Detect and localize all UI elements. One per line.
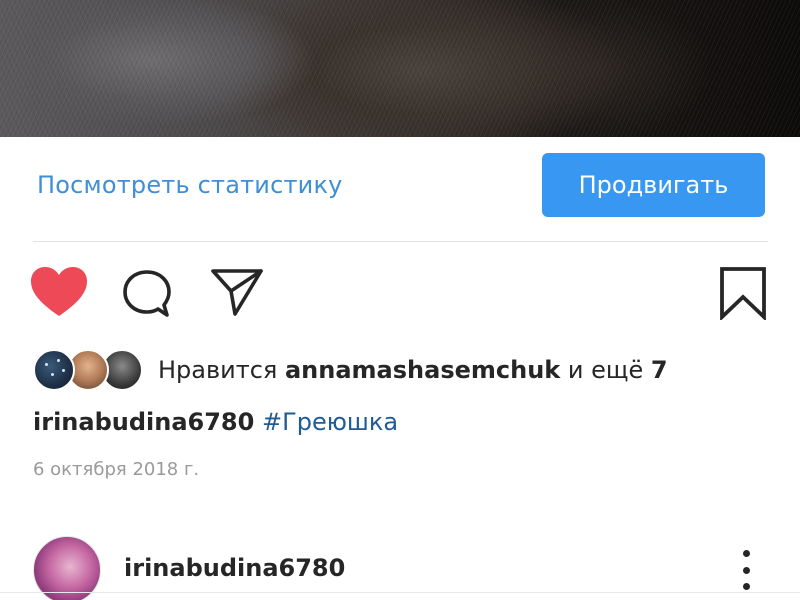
post-caption: irinabudina6780 #Греюшка [33, 408, 398, 436]
post-date: 6 октября 2018 г. [33, 459, 200, 480]
view-insights-link[interactable]: Посмотреть статистику [37, 171, 343, 199]
liker-avatars[interactable] [33, 349, 143, 391]
likes-summary[interactable]: Нравится annamashasemchuk и ещё 7 [158, 356, 668, 384]
likes-middle: и ещё [567, 356, 644, 384]
liker-username[interactable]: annamashasemchuk [285, 356, 560, 384]
bookmark-icon[interactable] [718, 266, 768, 320]
post-photo[interactable] [0, 0, 800, 137]
caption-hashtag[interactable]: #Греюшка [262, 408, 398, 436]
avatar[interactable] [33, 536, 101, 600]
caption-username[interactable]: irinabudina6780 [33, 408, 254, 436]
instagram-post-screen: Посмотреть статистику Продвигать Нравитс… [0, 0, 800, 600]
heart-filled-icon[interactable] [31, 267, 87, 319]
promote-button[interactable]: Продвигать [542, 153, 765, 217]
likes-count[interactable]: 7 [651, 356, 668, 384]
avatar [33, 349, 75, 391]
divider [33, 241, 768, 242]
likes-prefix: Нравится [158, 356, 278, 384]
divider [0, 592, 800, 593]
next-post-username[interactable]: irinabudina6780 [124, 554, 345, 582]
paper-plane-icon[interactable] [209, 266, 265, 318]
more-vertical-icon[interactable] [738, 550, 754, 590]
comment-icon[interactable] [120, 268, 176, 320]
